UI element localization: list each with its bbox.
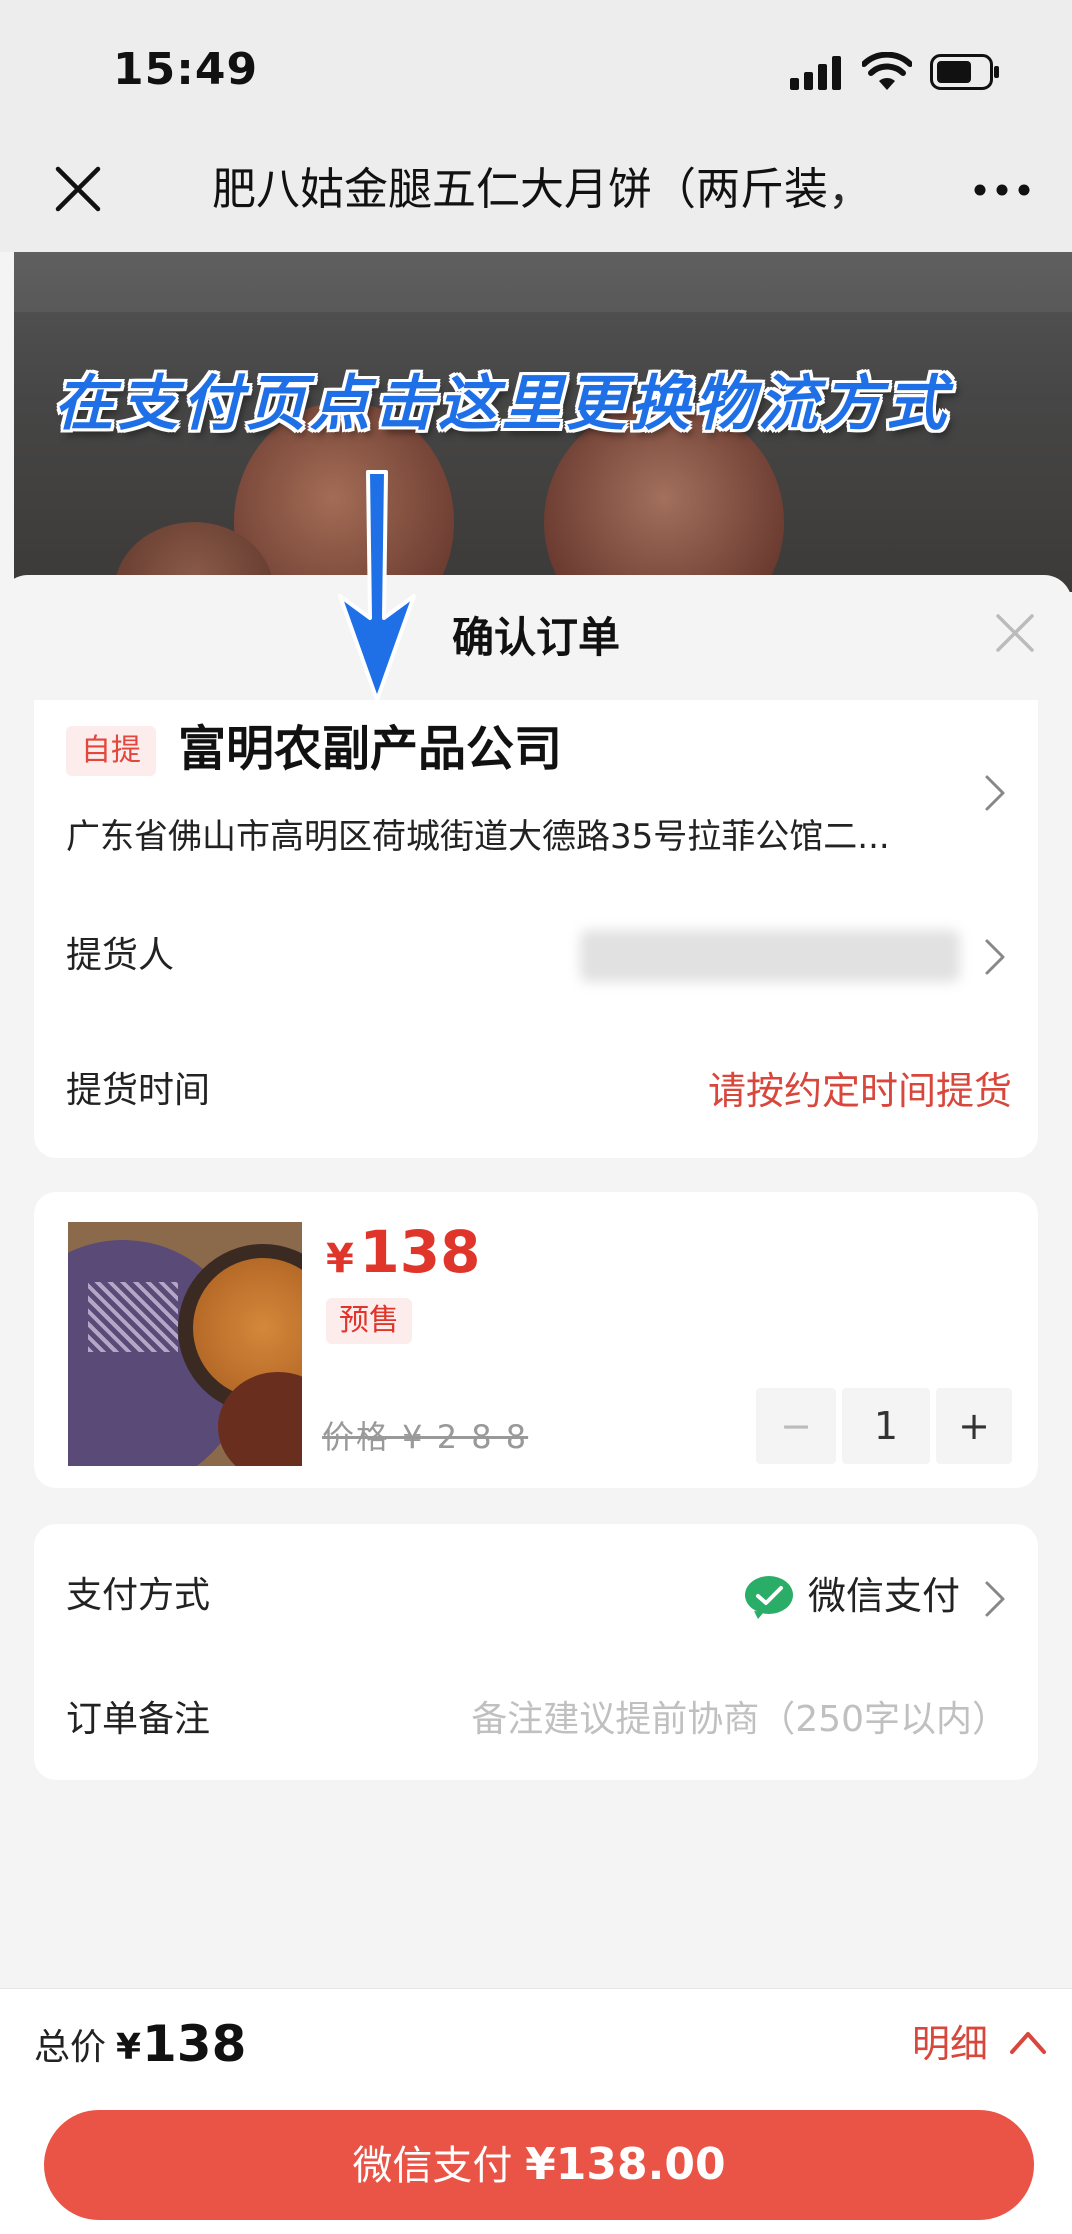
product-price: ¥ 138 xyxy=(326,1218,481,1286)
presale-badge: 预售 xyxy=(326,1298,412,1344)
sheet-title: 确认订单 xyxy=(451,613,620,662)
wechat-pay-button[interactable]: 微信支付 ¥138.00 xyxy=(44,2110,1034,2220)
order-remark-label: 订单备注 xyxy=(66,1699,211,1740)
original-price: 价格 ¥ 2 8 8 xyxy=(322,1418,529,1456)
currency-symbol: ¥ xyxy=(326,1236,354,1282)
price-value: 138 xyxy=(359,1218,481,1286)
chevron-right-icon[interactable] xyxy=(984,1580,1006,1618)
total-currency: ¥ xyxy=(116,2027,142,2068)
detail-button[interactable]: 明细 xyxy=(912,2012,988,2076)
pickup-time-value: 请按约定时间提货 xyxy=(707,1069,1012,1113)
pickup-person-value xyxy=(580,930,960,982)
payment-method-value[interactable]: 微信支付 xyxy=(808,1568,960,1624)
more-icon[interactable] xyxy=(972,176,1032,204)
total-label: 总价 xyxy=(34,2027,107,2068)
pickup-time-label: 提货时间 xyxy=(66,1070,211,1111)
decrease-quantity-button[interactable]: − xyxy=(756,1388,836,1464)
chevron-right-icon[interactable] xyxy=(984,938,1006,976)
self-pickup-tag: 自提 xyxy=(66,726,156,776)
product-image[interactable] xyxy=(68,1222,302,1466)
pay-button-label: 微信支付 xyxy=(352,2143,526,2189)
page-title: 肥八姑金腿五仁大月饼（两斤装， xyxy=(212,160,902,220)
annotation-text: 在支付页点击这里更换物流方式 xyxy=(54,369,950,439)
close-icon[interactable] xyxy=(52,163,104,215)
total-value: 138 xyxy=(142,2015,247,2073)
chevron-up-icon[interactable] xyxy=(1008,2028,1048,2056)
store-address[interactable]: 广东省佛山市高明区荷城街道大德路35号拉菲公馆二... xyxy=(66,808,966,866)
status-time: 15:49 xyxy=(113,44,259,95)
store-name[interactable]: 富明农副产品公司 xyxy=(178,714,562,784)
close-icon[interactable] xyxy=(990,608,1040,658)
pay-button-amount: ¥138.00 xyxy=(525,2139,726,2190)
pickup-person-label: 提货人 xyxy=(66,935,175,976)
arrow-down-icon xyxy=(338,470,416,702)
order-remark-input[interactable]: 备注建议提前协商（250字以内） xyxy=(471,1692,1008,1748)
increase-quantity-button[interactable]: + xyxy=(936,1388,1012,1464)
quantity-input[interactable]: 1 xyxy=(842,1388,930,1464)
wechat-pay-icon xyxy=(745,1576,793,1619)
chevron-right-icon[interactable] xyxy=(984,774,1006,812)
payment-method-label: 支付方式 xyxy=(66,1575,211,1616)
wifi-icon xyxy=(862,52,912,90)
battery-icon xyxy=(930,54,999,90)
cellular-icon xyxy=(790,56,841,90)
